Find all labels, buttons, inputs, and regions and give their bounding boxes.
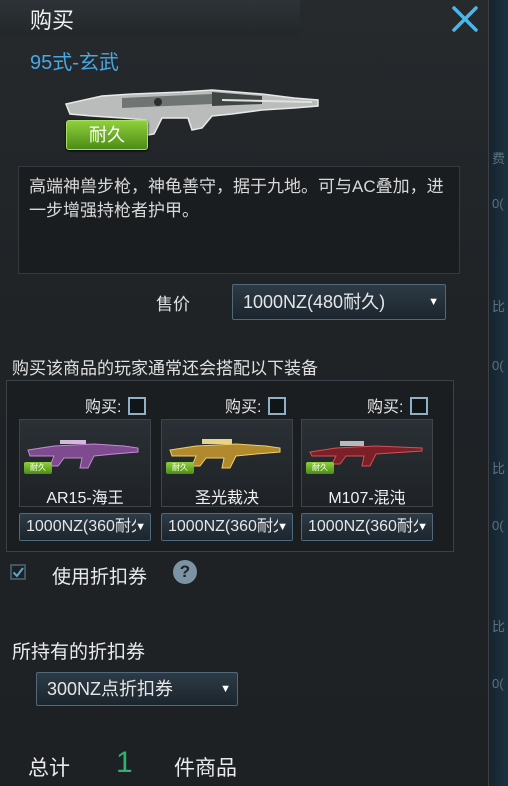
durability-tag: 耐久	[66, 120, 148, 150]
buy-label: 购买:	[225, 399, 262, 416]
total-unit: 件商品	[174, 757, 237, 780]
chevron-down-icon: ▼	[135, 521, 146, 533]
buy-toggle[interactable]: 购买:	[85, 393, 146, 417]
chevron-down-icon: ▼	[428, 296, 439, 308]
purchase-dialog: 购买 95式-玄武 耐久 高端神兽步枪，神龟善守，据于九地。可与AC叠加，进一步…	[0, 0, 489, 786]
background-fragment: 比	[492, 299, 506, 314]
close-icon	[452, 6, 478, 32]
combo-price-dropdown[interactable]: 1000NZ(360耐久) ▼	[19, 513, 151, 541]
item-name: 95式-玄武	[30, 52, 119, 74]
background-side-strip: 费 0( 比 0( 比 0( 比 0(	[488, 0, 508, 786]
combo-item: 购买: 耐久 圣光裁决 1000NZ(360耐久) ▼	[149, 381, 293, 551]
total-label: 总计	[28, 757, 70, 780]
item-description: 高端神兽步枪，神龟善守，据于九地。可与AC叠加，进一步增强持枪者护甲。	[29, 177, 444, 220]
buy-checkbox[interactable]	[127, 397, 146, 415]
price-dropdown[interactable]: 1000NZ(480耐久) ▼	[232, 284, 446, 320]
combo-price-dropdown[interactable]: 1000NZ(360耐久) ▼	[161, 513, 293, 541]
combo-price-value: 1000NZ(360耐久)	[168, 518, 278, 535]
chevron-down-icon: ▼	[277, 521, 288, 533]
help-icon[interactable]: ?	[173, 560, 197, 584]
buy-label: 购买:	[85, 399, 122, 416]
weapon-name: 圣光裁决	[194, 490, 259, 507]
price-dropdown-value: 1000NZ(480耐久)	[243, 292, 386, 312]
background-fragment: 0(	[492, 518, 504, 533]
dialog-title: 购买	[30, 8, 75, 33]
background-fragment: 0(	[492, 196, 504, 211]
dialog-titlebar: 购买	[0, 0, 300, 36]
weapon-name: M107-混沌	[328, 490, 406, 507]
weapon-name: AR15-海王	[46, 490, 124, 507]
background-fragment: 比	[492, 461, 506, 476]
total-count: 1	[116, 746, 133, 779]
buy-checkbox[interactable]	[409, 397, 428, 415]
combo-price-dropdown[interactable]: 1000NZ(360耐久) ▼	[301, 513, 433, 541]
item-description-box: 高端神兽步枪，神龟善守，据于九地。可与AC叠加，进一步增强持枪者护甲。	[18, 166, 460, 274]
combo-price-value: 1000NZ(360耐久)	[26, 518, 136, 535]
close-button[interactable]	[450, 4, 480, 34]
combo-title: 购买该商品的玩家通常还会搭配以下装备	[12, 359, 318, 378]
background-fragment: 0(	[492, 676, 504, 691]
combo-price-value: 1000NZ(360耐久)	[308, 518, 418, 535]
durability-tag-small: 耐久	[306, 462, 334, 474]
buy-label: 购买:	[367, 399, 404, 416]
price-label: 售价	[156, 295, 190, 314]
background-fragment: 0(	[492, 358, 504, 373]
durability-tag-small: 耐久	[166, 462, 194, 474]
use-coupon-label: 使用折扣券	[52, 567, 148, 588]
background-fragment: 费	[492, 151, 506, 166]
use-coupon-checkbox[interactable]	[10, 564, 26, 580]
combo-item: 购买: 耐久 M107-混沌 1000NZ(360耐久) ▼	[289, 381, 433, 551]
coupon-dropdown[interactable]: 300NZ点折扣券 ▼	[36, 672, 238, 706]
chevron-down-icon: ▼	[220, 683, 231, 695]
durability-tag-small: 耐久	[24, 462, 52, 474]
weapon-card[interactable]: 耐久 AR15-海王	[19, 419, 151, 507]
weapon-card[interactable]: 耐久 M107-混沌	[301, 419, 433, 507]
buy-toggle[interactable]: 购买:	[367, 393, 428, 417]
buy-checkbox[interactable]	[267, 397, 286, 415]
combo-item: 购买: 耐久 AR15-海王 1000NZ(360耐久) ▼	[7, 381, 151, 551]
buy-toggle[interactable]: 购买:	[225, 393, 286, 417]
combo-panel: 购买: 耐久 AR15-海王 1000NZ(360耐久) ▼ 购买:	[6, 380, 454, 552]
chevron-down-icon: ▼	[417, 521, 428, 533]
coupon-dropdown-value: 300NZ点折扣券	[47, 679, 174, 699]
owned-coupons-label: 所持有的折扣券	[12, 642, 146, 663]
background-fragment: 比	[492, 619, 506, 634]
weapon-card[interactable]: 耐久 圣光裁决	[161, 419, 293, 507]
